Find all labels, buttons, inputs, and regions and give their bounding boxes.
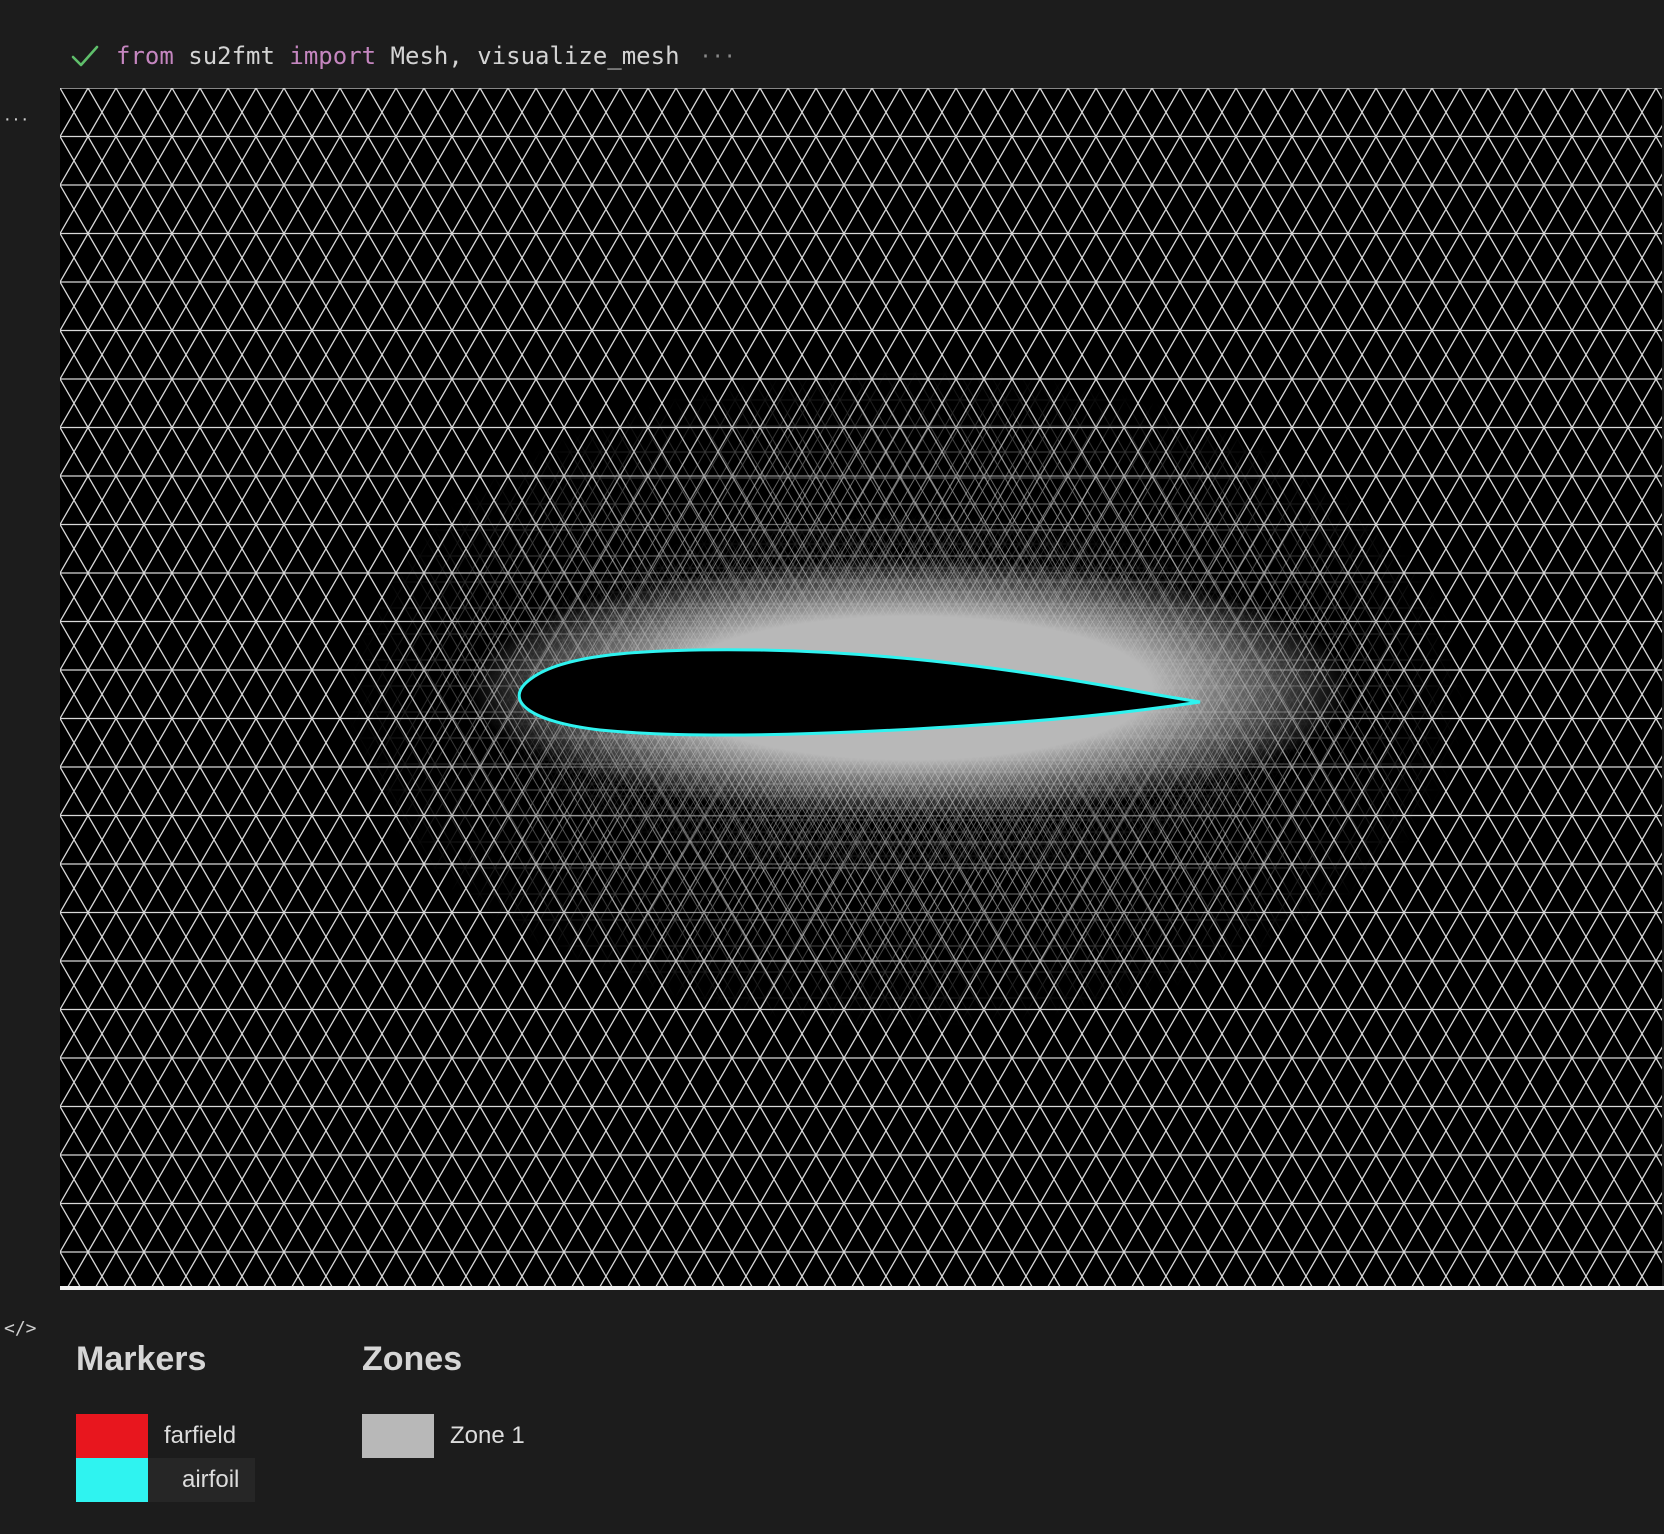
output-divider [60,1286,1664,1290]
mesh-plot [60,88,1662,1290]
code-toggle-icon[interactable]: </> [4,1318,37,1339]
mesh-visualization [60,88,1662,1290]
markers-title: Markers [76,1340,207,1378]
legend-label: airfoil [148,1458,256,1502]
collapsed-code-ellipsis[interactable]: ··· [700,44,736,68]
import-names: Mesh, visualize_mesh [376,42,680,70]
legend-label: farfield [164,1422,237,1449]
module-name: su2fmt [173,42,290,70]
keyword-from: from [116,42,174,70]
cell-code-line[interactable]: from su2fmt import Mesh, visualize_mesh [116,42,680,70]
legend-item-farfield[interactable]: farfield [76,1414,252,1458]
legend-label: Zone 1 [450,1422,525,1449]
zone-1-swatch [362,1414,434,1458]
airfoil-swatch [76,1458,148,1502]
legend-item-airfoil[interactable]: airfoil [76,1458,256,1502]
more-actions-icon[interactable]: ··· [4,108,30,131]
cell-header[interactable]: from su2fmt import Mesh, visualize_mesh … [70,36,736,76]
legend-item-zone-1[interactable]: Zone 1 [362,1414,541,1458]
farfield-swatch [76,1414,148,1458]
check-icon [71,45,99,67]
keyword-import: import [289,42,377,70]
zones-title: Zones [362,1340,463,1378]
